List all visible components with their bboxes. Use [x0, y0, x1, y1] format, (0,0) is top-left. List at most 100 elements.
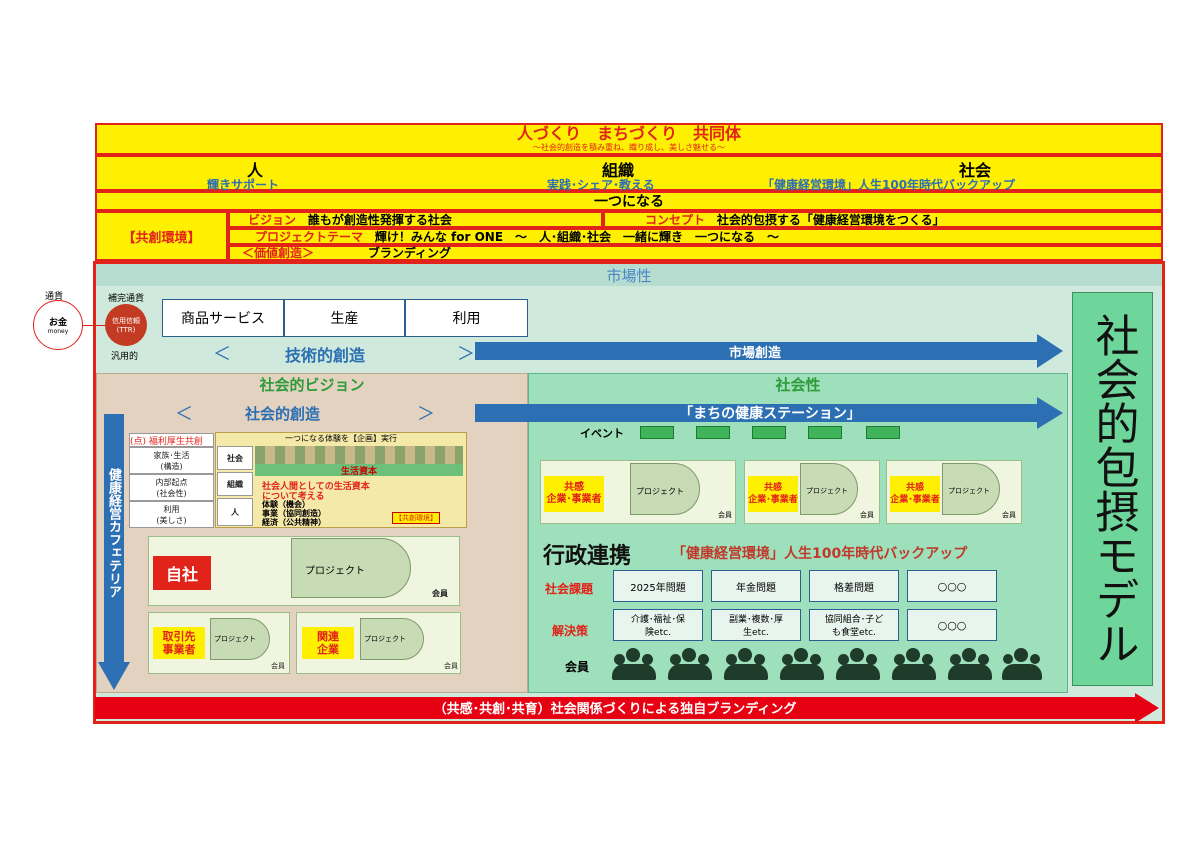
market-cell-product-label: 商品サービス	[181, 311, 265, 327]
event-box-3	[752, 426, 786, 439]
event-box-4	[808, 426, 842, 439]
vision-key: ビジョン	[248, 213, 297, 227]
points-row-3: 利用 (美しさ)	[129, 501, 214, 528]
sociality-title-text: 社会性	[775, 375, 821, 394]
env-label: 【共創環境】	[95, 211, 228, 261]
partner-badge-2: 共感 企業･事業者	[748, 476, 798, 512]
market-title-bar: 市場性	[96, 264, 1162, 286]
branding-label: （共感･共創･共育）社会関係づくりによる独自ブランディング	[95, 698, 1135, 717]
related-company-badge: 関連 企業	[302, 627, 354, 659]
trade-partner-badge: 取引先 事業者	[153, 627, 205, 659]
event-box-2	[696, 426, 730, 439]
money-jp: お金	[48, 318, 67, 328]
social-creation: 社会的創造	[245, 405, 321, 423]
issue-2: 年金問題	[711, 570, 801, 602]
market-cell-production-label: 生産	[330, 311, 359, 327]
vision-text: 誰もが創造性発揮する社会	[307, 213, 452, 227]
value-key: ＜価値創造＞	[242, 246, 315, 260]
market-cell-use-label: 利用	[452, 311, 481, 327]
market-title: 市場性	[606, 266, 652, 285]
money-line	[83, 325, 105, 326]
concept-key: コンセプト	[645, 213, 706, 227]
env-badge: 【共創環境】	[392, 512, 440, 524]
station-label: 「まちの健康ステーション」	[540, 404, 1000, 422]
self-member-label: 会員	[432, 589, 448, 598]
exp-row-person: 人	[217, 498, 253, 526]
header-title-bar: 人づくり まちづくり 共同体 ～社会的創造を積み重ね、織り成し、美しさ魅せる～	[95, 123, 1163, 155]
member-group-icon	[1002, 648, 1042, 680]
general-label: 汎用的	[111, 352, 139, 362]
partner-badge-3: 共感 企業･事業者	[890, 476, 940, 512]
complement-label: 補完通貨	[108, 294, 145, 304]
theme-key: プロジェクトテーマ	[255, 230, 364, 244]
tech-bracket-left: ＜	[213, 344, 231, 365]
event-box-1	[640, 426, 674, 439]
tech-bracket-right: ＞	[457, 344, 475, 365]
partner-member-2: 会員	[860, 511, 874, 519]
concept-text: 社会的包摂する「健康経営環境をつくる」	[716, 213, 945, 227]
social-vision-title: 社会的ビジョン	[96, 373, 528, 395]
related-project-label: プロジェクト	[364, 635, 406, 643]
unite-bar: 一つになる	[95, 191, 1163, 211]
inclusion-model-text: 社会的包摂モデル	[1087, 313, 1139, 665]
solution-2: 副業･複数･厚 生etc.	[711, 609, 801, 641]
trade-project-label: プロジェクト	[214, 635, 256, 643]
trust-circle: 信用信頼 (TTR)	[105, 304, 147, 346]
concept-bar: コンセプト 社会的包摂する「健康経営環境をつくる」	[603, 211, 1163, 228]
points-row-2: 内部起点 (社会性)	[129, 474, 214, 501]
money-circle: お金 money	[33, 300, 83, 350]
partner-badge-1: 共感 企業･事業者	[544, 476, 604, 512]
ttr-text: (TTR)	[116, 326, 136, 334]
member-icons	[612, 648, 1042, 682]
money-en: money	[47, 328, 69, 335]
member-group-icon	[836, 648, 882, 680]
value-text: ブランディング	[367, 246, 452, 260]
env-label-text: 【共創環境】	[122, 230, 201, 246]
life-capital: 生活資本	[255, 464, 463, 477]
member-group-icon	[724, 648, 770, 680]
partner-project-label-1: プロジェクト	[636, 487, 684, 496]
experience-header: 一つになる体験を【企画】実行	[285, 433, 397, 443]
market-cell-use: 利用	[405, 299, 528, 337]
header-title: 人づくり まちづくり 共同体	[516, 124, 741, 143]
admin-title: 行政連携	[543, 544, 632, 569]
exp-row-org: 組織	[217, 472, 253, 496]
issue-1: 2025年問題	[613, 570, 703, 602]
admin-subtitle: 「健康経営環境」人生100年時代バックアップ	[672, 546, 968, 562]
market-cell-production: 生産	[284, 299, 405, 337]
sociality-title: 社会性	[528, 373, 1068, 395]
solution-1: 介護･福祉･保 険etc.	[613, 609, 703, 641]
theme-text: 輝け！みんな for ONE ～ 人･組織･社会 一緒に輝き 一つになる ～	[374, 230, 780, 244]
sv-bracket-left: ＜	[175, 404, 193, 425]
event-box-5	[866, 426, 900, 439]
header-columns: 人 組織 社会 輝きサポート 実践･シェア･教える 「健康経営環境」人生100年…	[95, 155, 1163, 192]
related-member-label: 会員	[444, 662, 458, 670]
tech-creation: 技術的創造	[285, 346, 366, 365]
cafeteria-text: 健康経営カフェテリア	[106, 468, 121, 598]
life-text-5: 経済（公共精神）	[262, 518, 326, 527]
unite-text: 一つになる	[594, 194, 664, 210]
member-group-icon	[780, 648, 826, 680]
branding-text: （共感･共創･共育）社会関係づくりによる独自ブランディング	[433, 701, 797, 717]
market-creation-label: 市場創造	[475, 342, 1035, 361]
solution-4: ○○○	[907, 609, 997, 641]
trade-member-label: 会員	[271, 662, 285, 670]
issue-3: 格差問題	[809, 570, 899, 602]
solution-3: 協同組合･子ど も食堂etc.	[809, 609, 899, 641]
member-group-icon	[668, 648, 714, 680]
vision-bar: ビジョン 誰もが創造性発揮する社会	[228, 211, 603, 228]
inclusion-model-box: 社会的包摂モデル	[1072, 292, 1153, 686]
trust-text: 信用信頼	[112, 317, 140, 325]
market-cell-product: 商品サービス	[162, 299, 284, 337]
issue-4: ○○○	[907, 570, 997, 602]
member-group-icon	[948, 648, 994, 680]
theme-bar: プロジェクトテーマ 輝け！みんな for ONE ～ 人･組織･社会 一緒に輝き…	[228, 228, 1163, 245]
exp-row-society: 社会	[217, 446, 253, 470]
market-creation-text: 市場創造	[728, 345, 781, 361]
partner-member-3: 会員	[1002, 511, 1016, 519]
partner-project-label-3: プロジェクト	[948, 487, 990, 495]
partner-project-label-2: プロジェクト	[806, 487, 848, 495]
sv-bracket-right: ＞	[417, 404, 435, 425]
header-subtitle: ～社会的創造を積み重ね、織り成し、美しさ魅せる～	[533, 143, 725, 152]
social-vision-title-text: 社会的ビジョン	[259, 375, 365, 394]
